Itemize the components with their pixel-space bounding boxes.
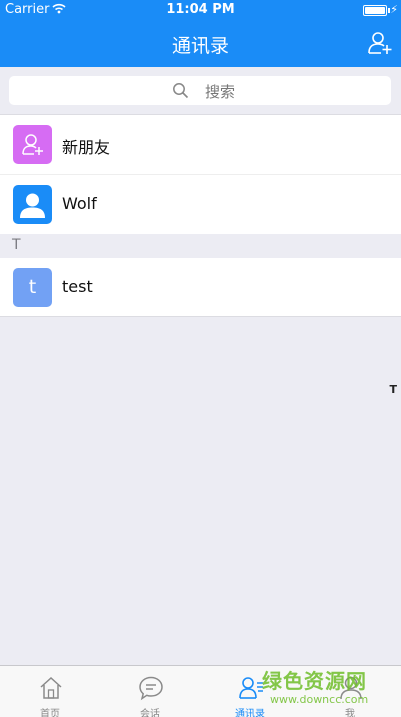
contact-row-test[interactable]: t test: [0, 258, 401, 317]
chat-icon: [139, 676, 163, 701]
status-bar: Carrier 11:04 PM ⚡: [0, 0, 401, 20]
home-icon: [40, 676, 62, 699]
watermark-text: 绿色资源网: [262, 669, 367, 693]
section-letter: T: [12, 237, 21, 253]
section-header: T: [0, 234, 401, 258]
contact-row-wolf[interactable]: Wolf: [0, 174, 401, 234]
initial-avatar: t: [13, 268, 52, 307]
contact-name: Wolf: [62, 194, 97, 213]
contact-name: test: [62, 277, 93, 296]
charging-icon: ⚡: [390, 3, 398, 16]
person-avatar-icon: [13, 185, 52, 224]
clock: 11:04 PM: [166, 2, 235, 17]
tab-chat[interactable]: 会话: [100, 666, 200, 717]
battery-fill: [365, 7, 385, 14]
page-title: 通讯录: [171, 35, 229, 57]
search-placeholder: 搜索: [205, 83, 236, 101]
tab-label: 首页: [40, 709, 60, 717]
nav-bar: 通讯录: [0, 20, 401, 67]
index-letter-t[interactable]: T: [389, 383, 397, 396]
search-icon: [173, 83, 189, 99]
contact-row-new-friends[interactable]: 新朋友: [0, 114, 401, 174]
tab-home[interactable]: 首页: [0, 666, 100, 717]
contacts-icon: [239, 677, 263, 699]
watermark-url: www.downcc.com: [270, 693, 369, 706]
battery-icon: [363, 5, 387, 16]
tab-label: 会话: [140, 709, 160, 717]
search-bar: 搜索: [0, 67, 401, 114]
add-friend-icon: [13, 125, 52, 164]
search-input[interactable]: 搜索: [9, 76, 391, 105]
contact-name: 新朋友: [62, 138, 111, 157]
add-contact-icon[interactable]: [367, 30, 393, 56]
watermark: 绿色资源网 www.downcc.com: [262, 665, 401, 717]
